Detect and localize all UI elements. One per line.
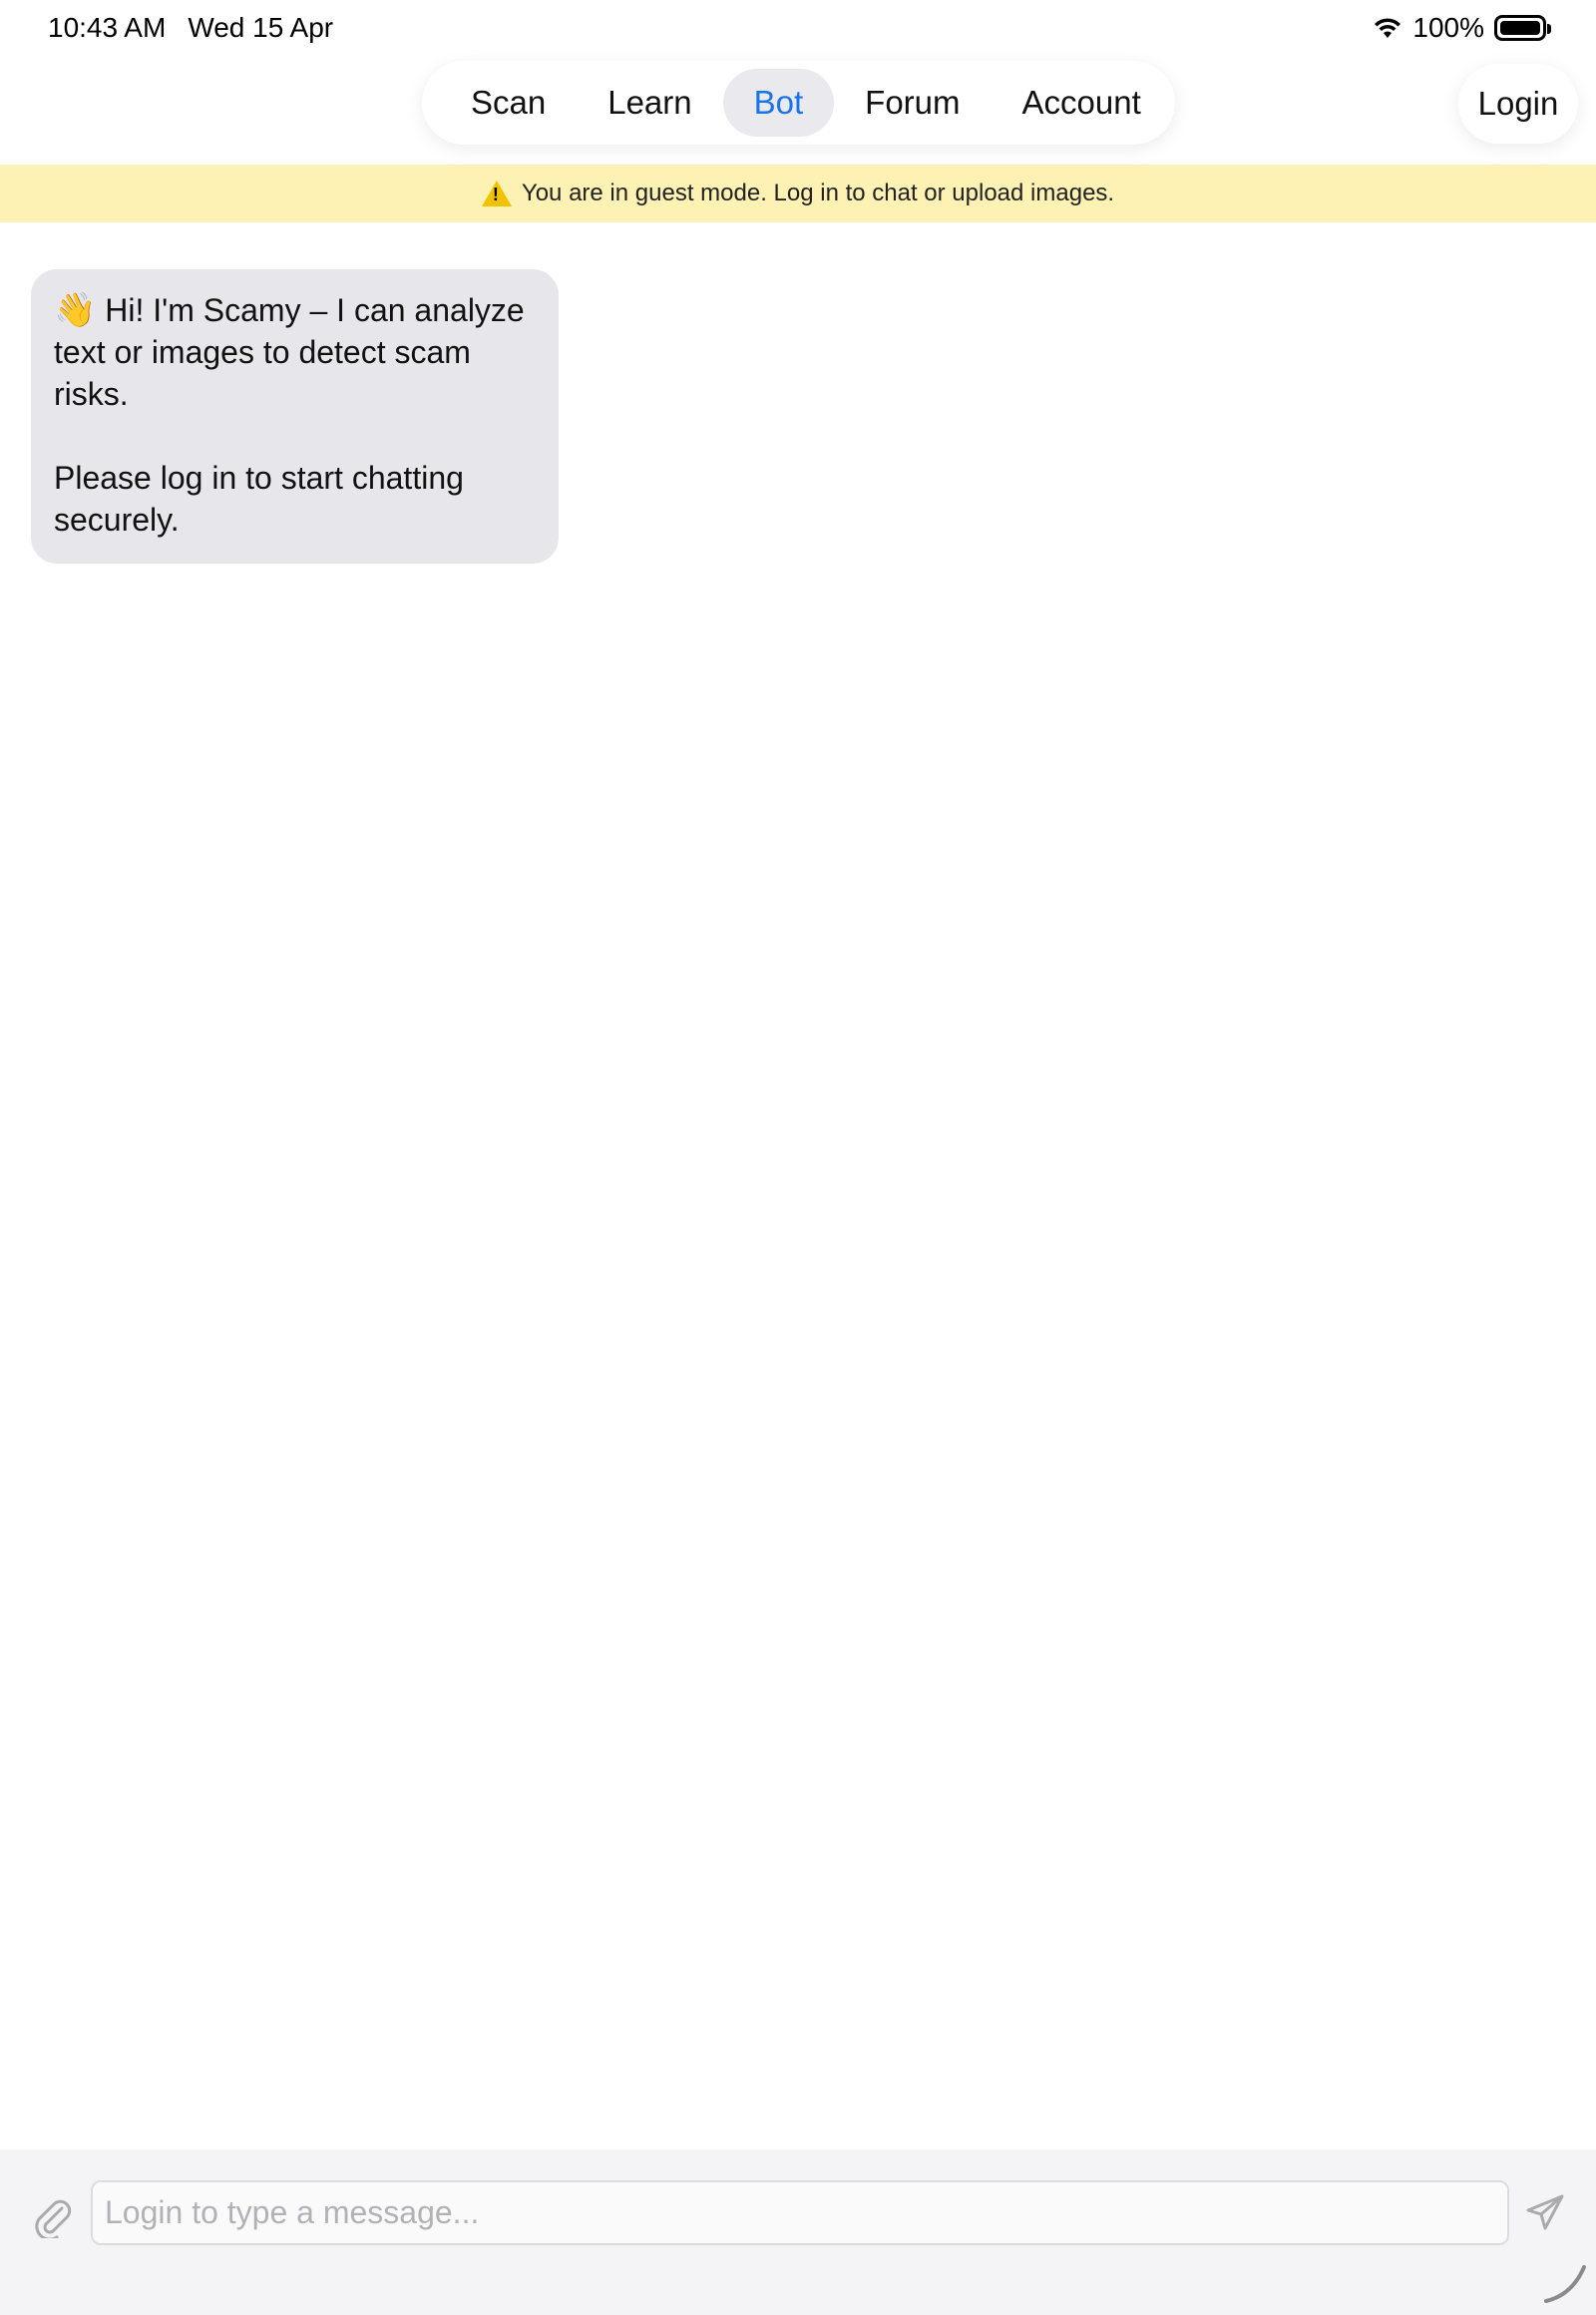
tab-forum[interactable]: Forum (834, 69, 991, 137)
waving-hand-icon: 👋 (54, 291, 97, 329)
tab-learn[interactable]: Learn (577, 69, 722, 137)
status-bar: 10:43 AM Wed 15 Apr 100% (0, 0, 1596, 60)
message-input[interactable] (91, 2180, 1509, 2245)
wifi-icon (1375, 18, 1401, 38)
bot-message-line-2: Please log in to start chatting securely… (54, 460, 464, 538)
login-button[interactable]: Login (1458, 64, 1578, 144)
battery-icon (1494, 15, 1551, 41)
bot-message-bubble: 👋 Hi! I'm Scamy – I can analyze text or … (31, 269, 559, 564)
paperclip-icon[interactable] (32, 2194, 72, 2238)
resize-handle-icon[interactable] (1542, 2259, 1588, 2305)
battery-percent: 100% (1412, 12, 1484, 43)
tab-scan[interactable]: Scan (440, 69, 577, 137)
warning-icon (481, 181, 512, 206)
send-icon[interactable] (1524, 2192, 1566, 2234)
status-date: Wed 15 Apr (188, 12, 334, 43)
status-time: 10:43 AM (48, 12, 167, 43)
guest-mode-banner: You are in guest mode. Log in to chat or… (0, 165, 1596, 222)
app-screen: 10:43 AM Wed 15 Apr 100% Scan Learn Bot … (0, 0, 1596, 2315)
guest-mode-text: You are in guest mode. Log in to chat or… (521, 180, 1115, 206)
tab-account[interactable]: Account (992, 69, 1172, 137)
top-nav: Scan Learn Bot Forum Account (422, 61, 1175, 145)
tab-bot[interactable]: Bot (722, 69, 835, 137)
bot-message-line-1: Hi! I'm Scamy – I can analyze text or im… (54, 292, 525, 412)
